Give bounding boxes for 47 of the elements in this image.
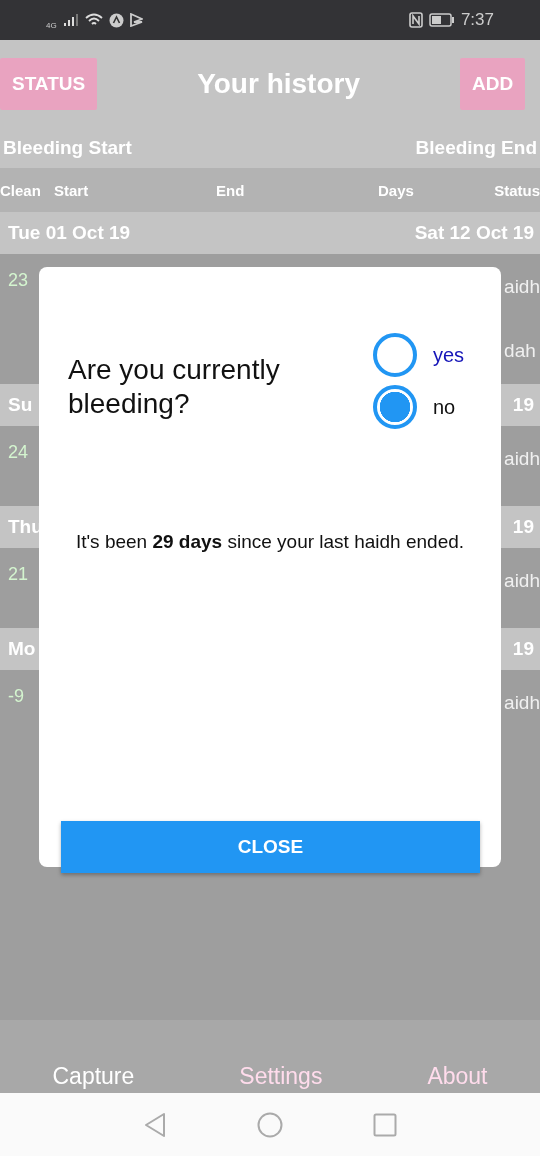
- radio-button[interactable]: [373, 385, 417, 429]
- date-text: 19: [512, 516, 534, 538]
- column-group-heading: Bleeding Start: [3, 137, 132, 159]
- radio-button[interactable]: [373, 333, 417, 377]
- date-text: Mo: [8, 638, 36, 660]
- page-title: Your history: [197, 68, 360, 100]
- column-heading: Days: [378, 182, 414, 199]
- status-text: aidh: [504, 692, 540, 714]
- date-text: 19: [512, 638, 534, 660]
- battery-icon: [428, 13, 455, 27]
- recents-icon[interactable]: [373, 1112, 397, 1137]
- play-store-icon: [129, 13, 143, 27]
- network-label: 4G: [46, 21, 57, 30]
- dialog-message: It's been 29 days since your last haidh ended.: [74, 531, 466, 553]
- wifi-icon: [84, 13, 103, 27]
- bleeding-start-date: Tue 01 Oct 19: [8, 222, 131, 244]
- back-icon[interactable]: [143, 1111, 167, 1138]
- status-button[interactable]: STATUS: [0, 58, 98, 110]
- column-heading: Start: [54, 182, 89, 199]
- clock-time: 7:37: [460, 10, 494, 30]
- column-heading: Status: [494, 182, 540, 199]
- column-group-heading: Bleeding End: [415, 137, 537, 159]
- clean-days-text: 24: [8, 442, 29, 464]
- nfc-icon: [408, 12, 423, 28]
- date-text: 19: [512, 394, 534, 416]
- app-notification-icon: [108, 12, 124, 28]
- status-text: dah: [504, 340, 537, 362]
- column-heading: Clean: [0, 182, 41, 199]
- nav-tab[interactable]: Capture: [44, 1063, 143, 1090]
- clean-days-text: -9: [8, 686, 24, 708]
- nav-tab[interactable]: Settings: [231, 1063, 331, 1090]
- nav-tab[interactable]: About: [419, 1063, 496, 1090]
- close-button[interactable]: CLOSE: [61, 821, 480, 873]
- bleeding-end-date: Sat 12 Oct 19: [414, 222, 534, 244]
- status-text: aidh: [504, 448, 540, 470]
- home-icon[interactable]: [257, 1111, 283, 1138]
- add-button[interactable]: ADD: [460, 58, 525, 110]
- date-text: Su: [8, 394, 33, 416]
- clean-days-text: 21: [8, 564, 29, 586]
- radio-label[interactable]: no: [433, 395, 456, 419]
- signal-icon: [62, 13, 79, 27]
- column-heading: End: [216, 182, 245, 199]
- dialog-question: Are you currently bleeding?: [68, 353, 281, 421]
- status-text: aidh: [504, 570, 540, 592]
- clean-days-text: 23: [8, 270, 29, 292]
- radio-label[interactable]: yes: [433, 343, 465, 367]
- status-text: aidh: [504, 276, 540, 298]
